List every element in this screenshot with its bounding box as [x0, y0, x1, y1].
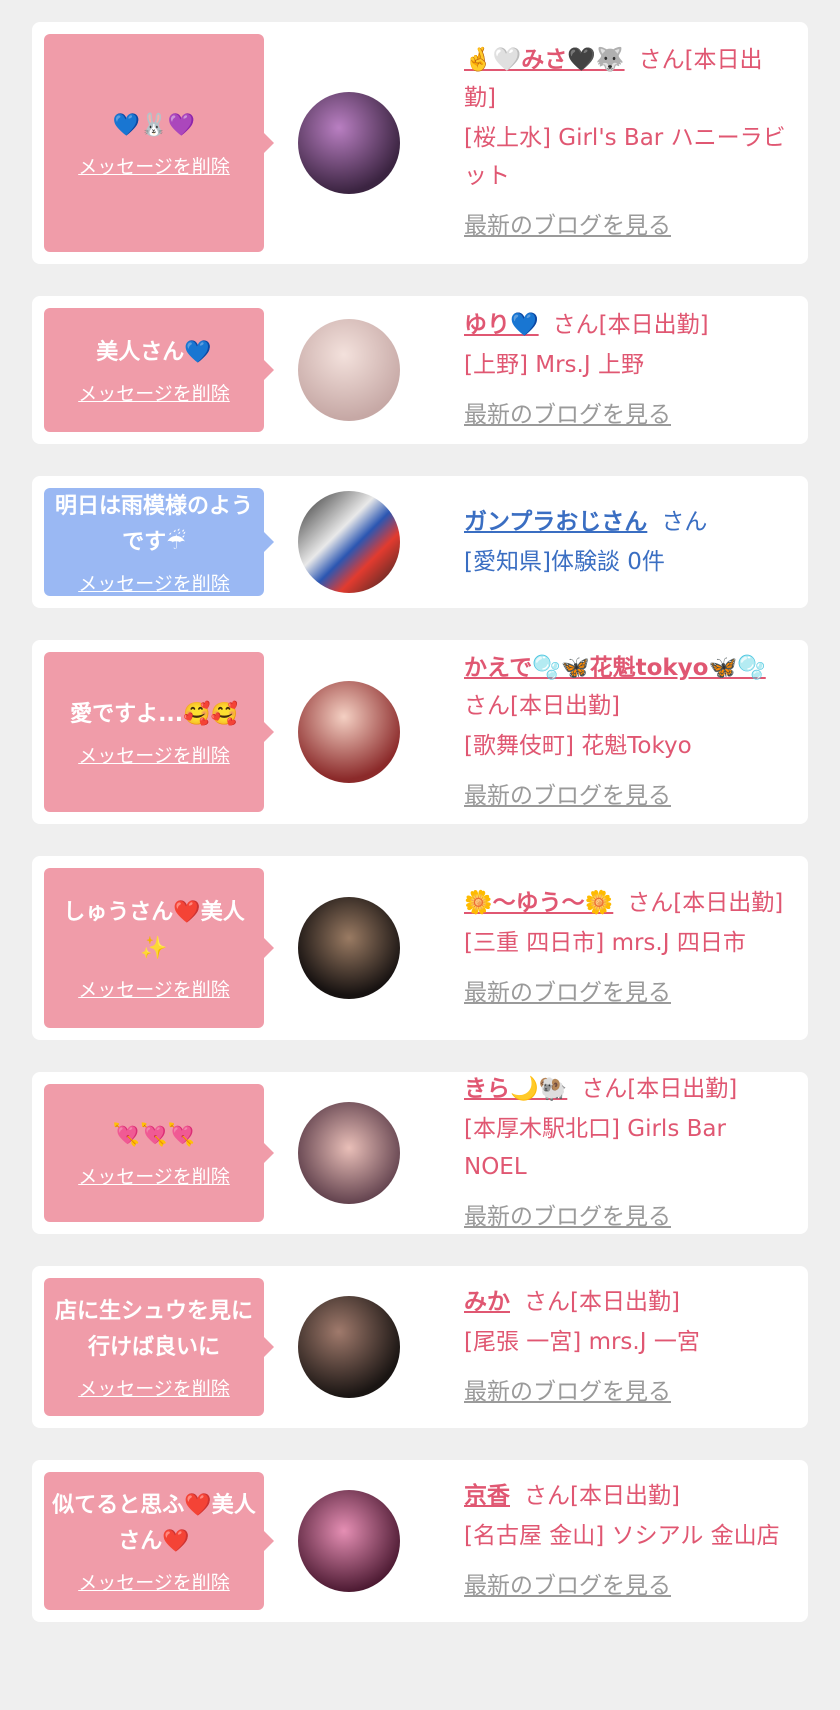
profile-suffix: さん[本日出勤] — [581, 1076, 738, 1102]
profile-name-link[interactable]: ガンプラおじさん — [464, 509, 647, 535]
profile-info: みか さん[本日出勤] [尾張 一宮] mrs.J 一宮 最新のブログを見る — [464, 1283, 790, 1411]
profile-info: ガンプラおじさん さん [愛知県]体験談 0件 — [464, 503, 790, 581]
message-bubble: 明日は雨模様のようです☔ メッセージを削除 — [44, 488, 274, 596]
message-bubble: 💙🐰💜 メッセージを削除 — [44, 34, 274, 252]
list-item: 明日は雨模様のようです☔ メッセージを削除 ガンプラおじさん さん [愛知県]体験… — [32, 476, 808, 608]
profile-name-link[interactable]: きら🌙🐏 — [464, 1076, 567, 1102]
latest-blog-link[interactable]: 最新のブログを見る — [464, 1198, 790, 1234]
message-bubble: 💘💘💘 メッセージを削除 — [44, 1084, 274, 1222]
delete-message-link[interactable]: メッセージを削除 — [78, 741, 230, 768]
avatar[interactable] — [298, 319, 400, 421]
message-list: 💙🐰💜 メッセージを削除 🤞🤍みさ🖤🐺 さん[本日出勤] [桜上水] Girl's… — [0, 0, 840, 1622]
profile-suffix: さん[本日出勤] — [524, 1483, 680, 1509]
profile-info: 京香 さん[本日出勤] [名古屋 金山] ソシアル 金山店 最新のブログを見る — [464, 1477, 790, 1605]
message-text: 💘💘💘 — [112, 1122, 196, 1148]
shop-label: [上野] Mrs.J 上野 — [464, 352, 644, 378]
avatar[interactable] — [298, 1490, 400, 1592]
shop-label: [愛知県]体験談 0件 — [464, 549, 665, 575]
list-item: 愛ですよ...🥰🥰 メッセージを削除 かえで🫧🦋花魁tokyo🦋🫧 さん[本日出勤… — [32, 640, 808, 824]
avatar[interactable] — [298, 897, 400, 999]
profile-info: 🤞🤍みさ🖤🐺 さん[本日出勤] [桜上水] Girl's Bar ハニーラビット … — [464, 41, 790, 245]
shop-label: [歌舞伎町] 花魁Tokyo — [464, 733, 692, 759]
shop-label: [尾張 一宮] mrs.J 一宮 — [464, 1329, 700, 1355]
message-bubble: 美人さん💙 メッセージを削除 — [44, 308, 274, 432]
delete-message-link[interactable]: メッセージを削除 — [78, 152, 230, 179]
profile-name-link[interactable]: ゆり💙 — [464, 312, 539, 338]
avatar[interactable] — [298, 1102, 400, 1204]
delete-message-link[interactable]: メッセージを削除 — [78, 975, 230, 1002]
latest-blog-link[interactable]: 最新のブログを見る — [464, 1567, 790, 1605]
latest-blog-link[interactable]: 最新のブログを見る — [464, 207, 790, 245]
list-item: 💘💘💘 メッセージを削除 きら🌙🐏 さん[本日出勤] [本厚木駅北口] Girls… — [32, 1072, 808, 1234]
avatar[interactable] — [298, 1296, 400, 1398]
profile-suffix: さん[本日出勤] — [464, 693, 620, 719]
message-text: しゅうさん❤️美人✨ — [63, 899, 245, 961]
profile-name-link[interactable]: 🤞🤍みさ🖤🐺 — [464, 47, 625, 73]
list-item: 💙🐰💜 メッセージを削除 🤞🤍みさ🖤🐺 さん[本日出勤] [桜上水] Girl's… — [32, 22, 808, 264]
delete-message-link[interactable]: メッセージを削除 — [78, 569, 230, 596]
message-bubble: しゅうさん❤️美人✨ メッセージを削除 — [44, 868, 274, 1028]
latest-blog-link[interactable]: 最新のブログを見る — [464, 396, 790, 434]
profile-info: きら🌙🐏 さん[本日出勤] [本厚木駅北口] Girls Bar NOEL 最新の… — [464, 1072, 790, 1234]
delete-message-link[interactable]: メッセージを削除 — [78, 379, 230, 406]
profile-name-link[interactable]: 🌼〜ゆう〜🌼 — [464, 890, 613, 916]
shop-label: [桜上水] Girl's Bar ハニーラビット — [464, 125, 786, 189]
message-bubble: 愛ですよ...🥰🥰 メッセージを削除 — [44, 652, 274, 812]
profile-name-link[interactable]: かえで🫧🦋花魁tokyo🦋🫧 — [464, 655, 766, 681]
list-item: 店に生シュウを見に行けば良いに メッセージを削除 みか さん[本日出勤] [尾張 … — [32, 1266, 808, 1428]
latest-blog-link[interactable]: 最新のブログを見る — [464, 1373, 790, 1411]
profile-suffix: さん — [661, 509, 708, 535]
avatar[interactable] — [298, 681, 400, 783]
latest-blog-link[interactable]: 最新のブログを見る — [464, 777, 790, 815]
profile-info: かえで🫧🦋花魁tokyo🦋🫧 さん[本日出勤] [歌舞伎町] 花魁Tokyo 最新… — [464, 649, 790, 815]
message-text: 店に生シュウを見に行けば良いに — [54, 1298, 253, 1360]
profile-name-link[interactable]: 京香 — [464, 1483, 510, 1509]
shop-label: [名古屋 金山] ソシアル 金山店 — [464, 1523, 780, 1549]
message-text: 💙🐰💜 — [112, 112, 196, 138]
shop-label: [本厚木駅北口] Girls Bar NOEL — [464, 1116, 726, 1180]
message-text: 愛ですよ...🥰🥰 — [70, 701, 238, 727]
list-item: しゅうさん❤️美人✨ メッセージを削除 🌼〜ゆう〜🌼 さん[本日出勤] [三重 四… — [32, 856, 808, 1040]
delete-message-link[interactable]: メッセージを削除 — [78, 1568, 230, 1595]
list-item: 美人さん💙 メッセージを削除 ゆり💙 さん[本日出勤] [上野] Mrs.J 上野… — [32, 296, 808, 444]
delete-message-link[interactable]: メッセージを削除 — [78, 1374, 230, 1401]
message-bubble: 店に生シュウを見に行けば良いに メッセージを削除 — [44, 1278, 274, 1416]
avatar[interactable] — [298, 92, 400, 194]
avatar[interactable] — [298, 491, 400, 593]
delete-message-link[interactable]: メッセージを削除 — [78, 1162, 230, 1189]
message-text: 似てると思ふ❤️美人さん❤️ — [52, 1492, 256, 1554]
profile-suffix: さん[本日出勤] — [552, 312, 709, 338]
profile-suffix: さん[本日出勤] — [627, 890, 784, 916]
profile-info: 🌼〜ゆう〜🌼 さん[本日出勤] [三重 四日市] mrs.J 四日市 最新のブログ… — [464, 884, 790, 1012]
message-bubble: 似てると思ふ❤️美人さん❤️ メッセージを削除 — [44, 1472, 274, 1610]
shop-label: [三重 四日市] mrs.J 四日市 — [464, 930, 746, 956]
latest-blog-link[interactable]: 最新のブログを見る — [464, 974, 790, 1012]
list-item: 似てると思ふ❤️美人さん❤️ メッセージを削除 京香 さん[本日出勤] [名古屋 … — [32, 1460, 808, 1622]
profile-info: ゆり💙 さん[本日出勤] [上野] Mrs.J 上野 最新のブログを見る — [464, 306, 790, 434]
message-text: 明日は雨模様のようです☔ — [54, 493, 253, 555]
profile-suffix: さん[本日出勤] — [524, 1289, 680, 1315]
message-text: 美人さん💙 — [96, 339, 212, 365]
profile-name-link[interactable]: みか — [464, 1289, 510, 1315]
